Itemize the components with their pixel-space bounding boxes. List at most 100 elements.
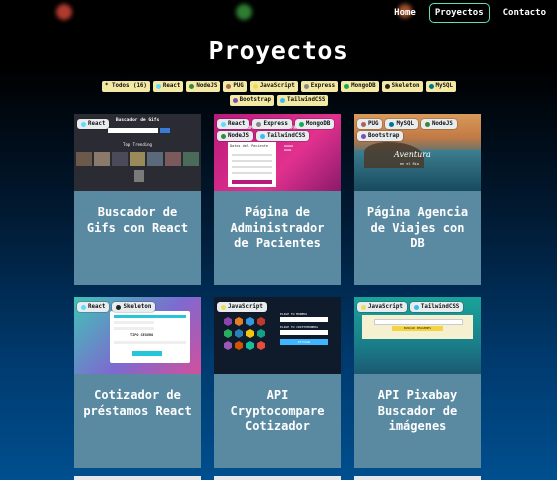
project-title: Página de Administrador de Pacientes: [230, 205, 325, 250]
page-title: Proyectos: [208, 36, 349, 65]
project-tag-list: React Skeleton: [77, 302, 198, 312]
tech-icon: [226, 84, 232, 89]
tech-icon: [189, 84, 195, 89]
tech-icon: [81, 304, 86, 310]
project-tag-list: JavaScript TailwindCSS: [357, 302, 478, 312]
tech-tag-label: JavaScript: [228, 304, 263, 310]
tech-icon: [280, 98, 286, 103]
filter-chip[interactable]: TailwindCSS: [277, 95, 329, 106]
project-card[interactable]: BUSCAR IMAGENES JavaScript TailwindCSS AP…: [354, 297, 481, 468]
tech-icon: [81, 121, 86, 127]
tech-icon: [232, 98, 238, 103]
tech-tag-label: React: [88, 121, 106, 127]
tech-tag: JavaScript: [217, 302, 267, 312]
tech-tag: PUG: [357, 119, 383, 129]
blurred-decoration: [56, 4, 72, 20]
tech-tag: NodeJS: [420, 119, 457, 129]
filter-chip-label: * Todos (16): [105, 83, 147, 89]
tech-icon: [298, 121, 304, 127]
tech-tag-label: JavaScript: [368, 304, 403, 310]
nav-proyectos-link[interactable]: Proyectos: [428, 3, 490, 23]
filter-chip-label: PUG: [233, 83, 244, 89]
filter-chip[interactable]: MySQL: [425, 81, 456, 92]
tech-tag-label: MongoDB: [305, 121, 331, 127]
tech-icon: [221, 121, 226, 127]
thumb-heading: TIPO SEGURO: [130, 333, 154, 337]
filter-chip[interactable]: * Todos (16): [102, 81, 150, 92]
tech-icon: [424, 121, 430, 127]
tech-icon: [155, 84, 161, 89]
project-tag-list: React: [77, 119, 198, 129]
blurred-decoration: [236, 4, 252, 20]
project-title: API Cryptocompare Cotizador: [230, 388, 325, 433]
tech-icon: [389, 121, 395, 127]
tech-tag: Bootstrap: [357, 131, 404, 141]
tech-tag-label: PUG: [368, 121, 379, 127]
next-row-card-peek: [214, 476, 341, 480]
filter-chip[interactable]: PUG: [223, 81, 247, 92]
tech-tag: React: [77, 302, 110, 312]
project-title: Cotizador de préstamos React: [83, 388, 192, 418]
tech-icon: [303, 84, 309, 89]
filter-chip[interactable]: NodeJS: [186, 81, 221, 92]
tech-icon: [361, 133, 366, 139]
tech-tag-label: React: [88, 304, 106, 310]
tech-icon: [252, 84, 258, 89]
thumb-label-crypto: ELIGE TU CRIPTOMONEDA: [280, 325, 318, 329]
thumb-button-label: COTIZAR: [280, 339, 328, 345]
tech-icon: [221, 133, 226, 139]
filter-chip[interactable]: MongoDB: [341, 81, 379, 92]
tech-tag-label: Express: [263, 121, 288, 127]
filter-chip[interactable]: React: [152, 81, 184, 92]
tech-tag-label: Skeleton: [123, 304, 152, 310]
tech-tag: JavaScript: [357, 302, 407, 312]
project-title: Buscador de Gifs con React: [86, 205, 189, 235]
tech-icon: [361, 121, 366, 127]
project-card[interactable]: Buscador de Gifs Top Trending React Busc…: [74, 114, 201, 285]
project-tag-list: PUG MySQL NodeJS Bootstrap: [357, 119, 478, 141]
filter-chip-label: TailwindCSS: [287, 97, 326, 103]
tech-icon: [259, 133, 265, 139]
tech-icon: [256, 121, 262, 127]
thumb-form-heading: Datos del Paciente: [230, 144, 268, 148]
filter-chip[interactable]: JavaScript: [249, 81, 298, 92]
nav-home-link[interactable]: Home: [389, 4, 421, 22]
filter-chip-label: NodeJS: [196, 83, 218, 89]
tech-icon: [344, 84, 350, 89]
nav-contacto-link[interactable]: Contacto: [498, 4, 551, 22]
filter-chip[interactable]: Bootstrap: [229, 95, 275, 106]
next-row-card-peek: [354, 476, 481, 480]
thumb-heading: Aventura: [394, 150, 431, 159]
filter-chip[interactable]: Express: [300, 81, 339, 92]
project-grid: Buscador de Gifs Top Trending React Busc…: [74, 114, 482, 468]
filter-chip[interactable]: Skeleton: [381, 81, 423, 92]
project-card[interactable]: Aventura en el Río PUG MySQL NodeJS Bootstr…: [354, 114, 481, 285]
tech-tag: Skeleton: [112, 302, 156, 312]
thumb-label-currency: ELIGE TU MONEDA: [280, 312, 308, 316]
tech-tag-label: NodeJS: [431, 121, 453, 127]
tech-tag-label: MySQL: [396, 121, 414, 127]
tech-icon: [116, 304, 122, 310]
project-card[interactable]: ADMINISTRADOR DE PACIENTES Datos del Pac…: [214, 114, 341, 285]
filter-chip-label: MongoDB: [351, 83, 376, 89]
tech-tag-label: React: [228, 121, 246, 127]
tech-icon: [384, 84, 390, 89]
filter-chip-label: Skeleton: [391, 83, 420, 89]
filter-chip-label: MySQL: [435, 83, 453, 89]
project-card[interactable]: TIPO SEGURO React Skeleton Cotizador de p…: [74, 297, 201, 468]
tech-tag-label: NodeJS: [228, 133, 249, 139]
filter-chip-label: JavaScript: [259, 83, 295, 89]
project-tag-list: JavaScript: [217, 302, 338, 312]
next-row-card-peek: [74, 476, 201, 480]
tech-icon: [413, 304, 419, 310]
tech-tag-label: TailwindCSS: [420, 304, 460, 310]
filter-chip-label: React: [162, 83, 181, 89]
filter-chip-list: * Todos (16) React NodeJS PUG JavaScript Expr…: [94, 81, 464, 106]
top-nav: Home Proyectos Contacto: [389, 3, 551, 23]
thumb-subheading: en el Río: [400, 162, 419, 166]
tech-tag: TailwindCSS: [255, 131, 310, 141]
tech-tag-label: TailwindCSS: [266, 133, 306, 139]
project-card[interactable]: ELIGE TU MONEDA ELIGE TU CRIPTOMONEDA CO…: [214, 297, 341, 468]
tech-tag-label: Bootstrap: [368, 133, 400, 139]
tech-icon: [221, 304, 226, 310]
